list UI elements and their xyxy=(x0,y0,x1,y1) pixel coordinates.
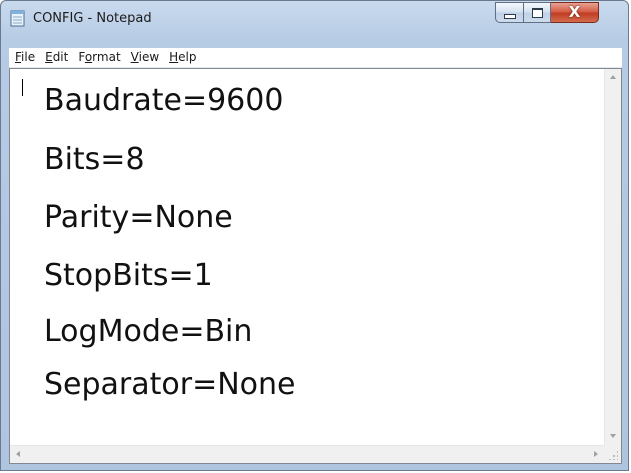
text-line: Baudrate=9600 xyxy=(44,83,284,118)
text-editor[interactable]: Baudrate=9600 Bits=8 Parity=None StopBit… xyxy=(10,69,604,445)
menu-file[interactable]: File xyxy=(9,48,40,67)
scroll-right-arrow-icon[interactable] xyxy=(594,451,598,457)
scroll-left-arrow-icon[interactable] xyxy=(16,451,20,457)
vertical-scrollbar[interactable] xyxy=(604,69,621,445)
minimize-icon xyxy=(503,13,516,19)
maximize-icon xyxy=(531,7,543,18)
menu-view[interactable]: View xyxy=(126,48,164,67)
scroll-down-arrow-icon[interactable] xyxy=(610,434,616,438)
size-grip[interactable] xyxy=(604,445,621,463)
notepad-window: CONFIG - Notepad X File Edit Format View… xyxy=(0,0,629,471)
horizontal-scrollbar[interactable] xyxy=(10,445,604,463)
title-bar[interactable]: CONFIG - Notepad X xyxy=(1,1,628,37)
text-line: Bits=8 xyxy=(44,142,145,177)
menu-edit[interactable]: Edit xyxy=(40,48,73,67)
menu-help[interactable]: Help xyxy=(164,48,201,67)
resize-grip-icon xyxy=(608,450,618,460)
close-button[interactable]: X xyxy=(551,2,599,23)
menu-bar: File Edit Format View Help xyxy=(9,48,622,68)
client-area: Baudrate=9600 Bits=8 Parity=None StopBit… xyxy=(9,68,622,464)
minimize-button[interactable] xyxy=(495,2,523,23)
close-icon: X xyxy=(568,3,581,21)
text-line: Separator=None xyxy=(44,367,296,402)
maximize-button[interactable] xyxy=(523,2,551,23)
scroll-up-arrow-icon[interactable] xyxy=(610,75,616,79)
text-line: Parity=None xyxy=(44,200,233,235)
text-line: StopBits=1 xyxy=(44,258,213,293)
text-line: LogMode=Bin xyxy=(44,314,253,349)
notepad-icon xyxy=(10,10,25,27)
window-title: CONFIG - Notepad xyxy=(33,11,152,26)
menu-format[interactable]: Format xyxy=(73,48,125,67)
text-caret xyxy=(22,79,23,96)
